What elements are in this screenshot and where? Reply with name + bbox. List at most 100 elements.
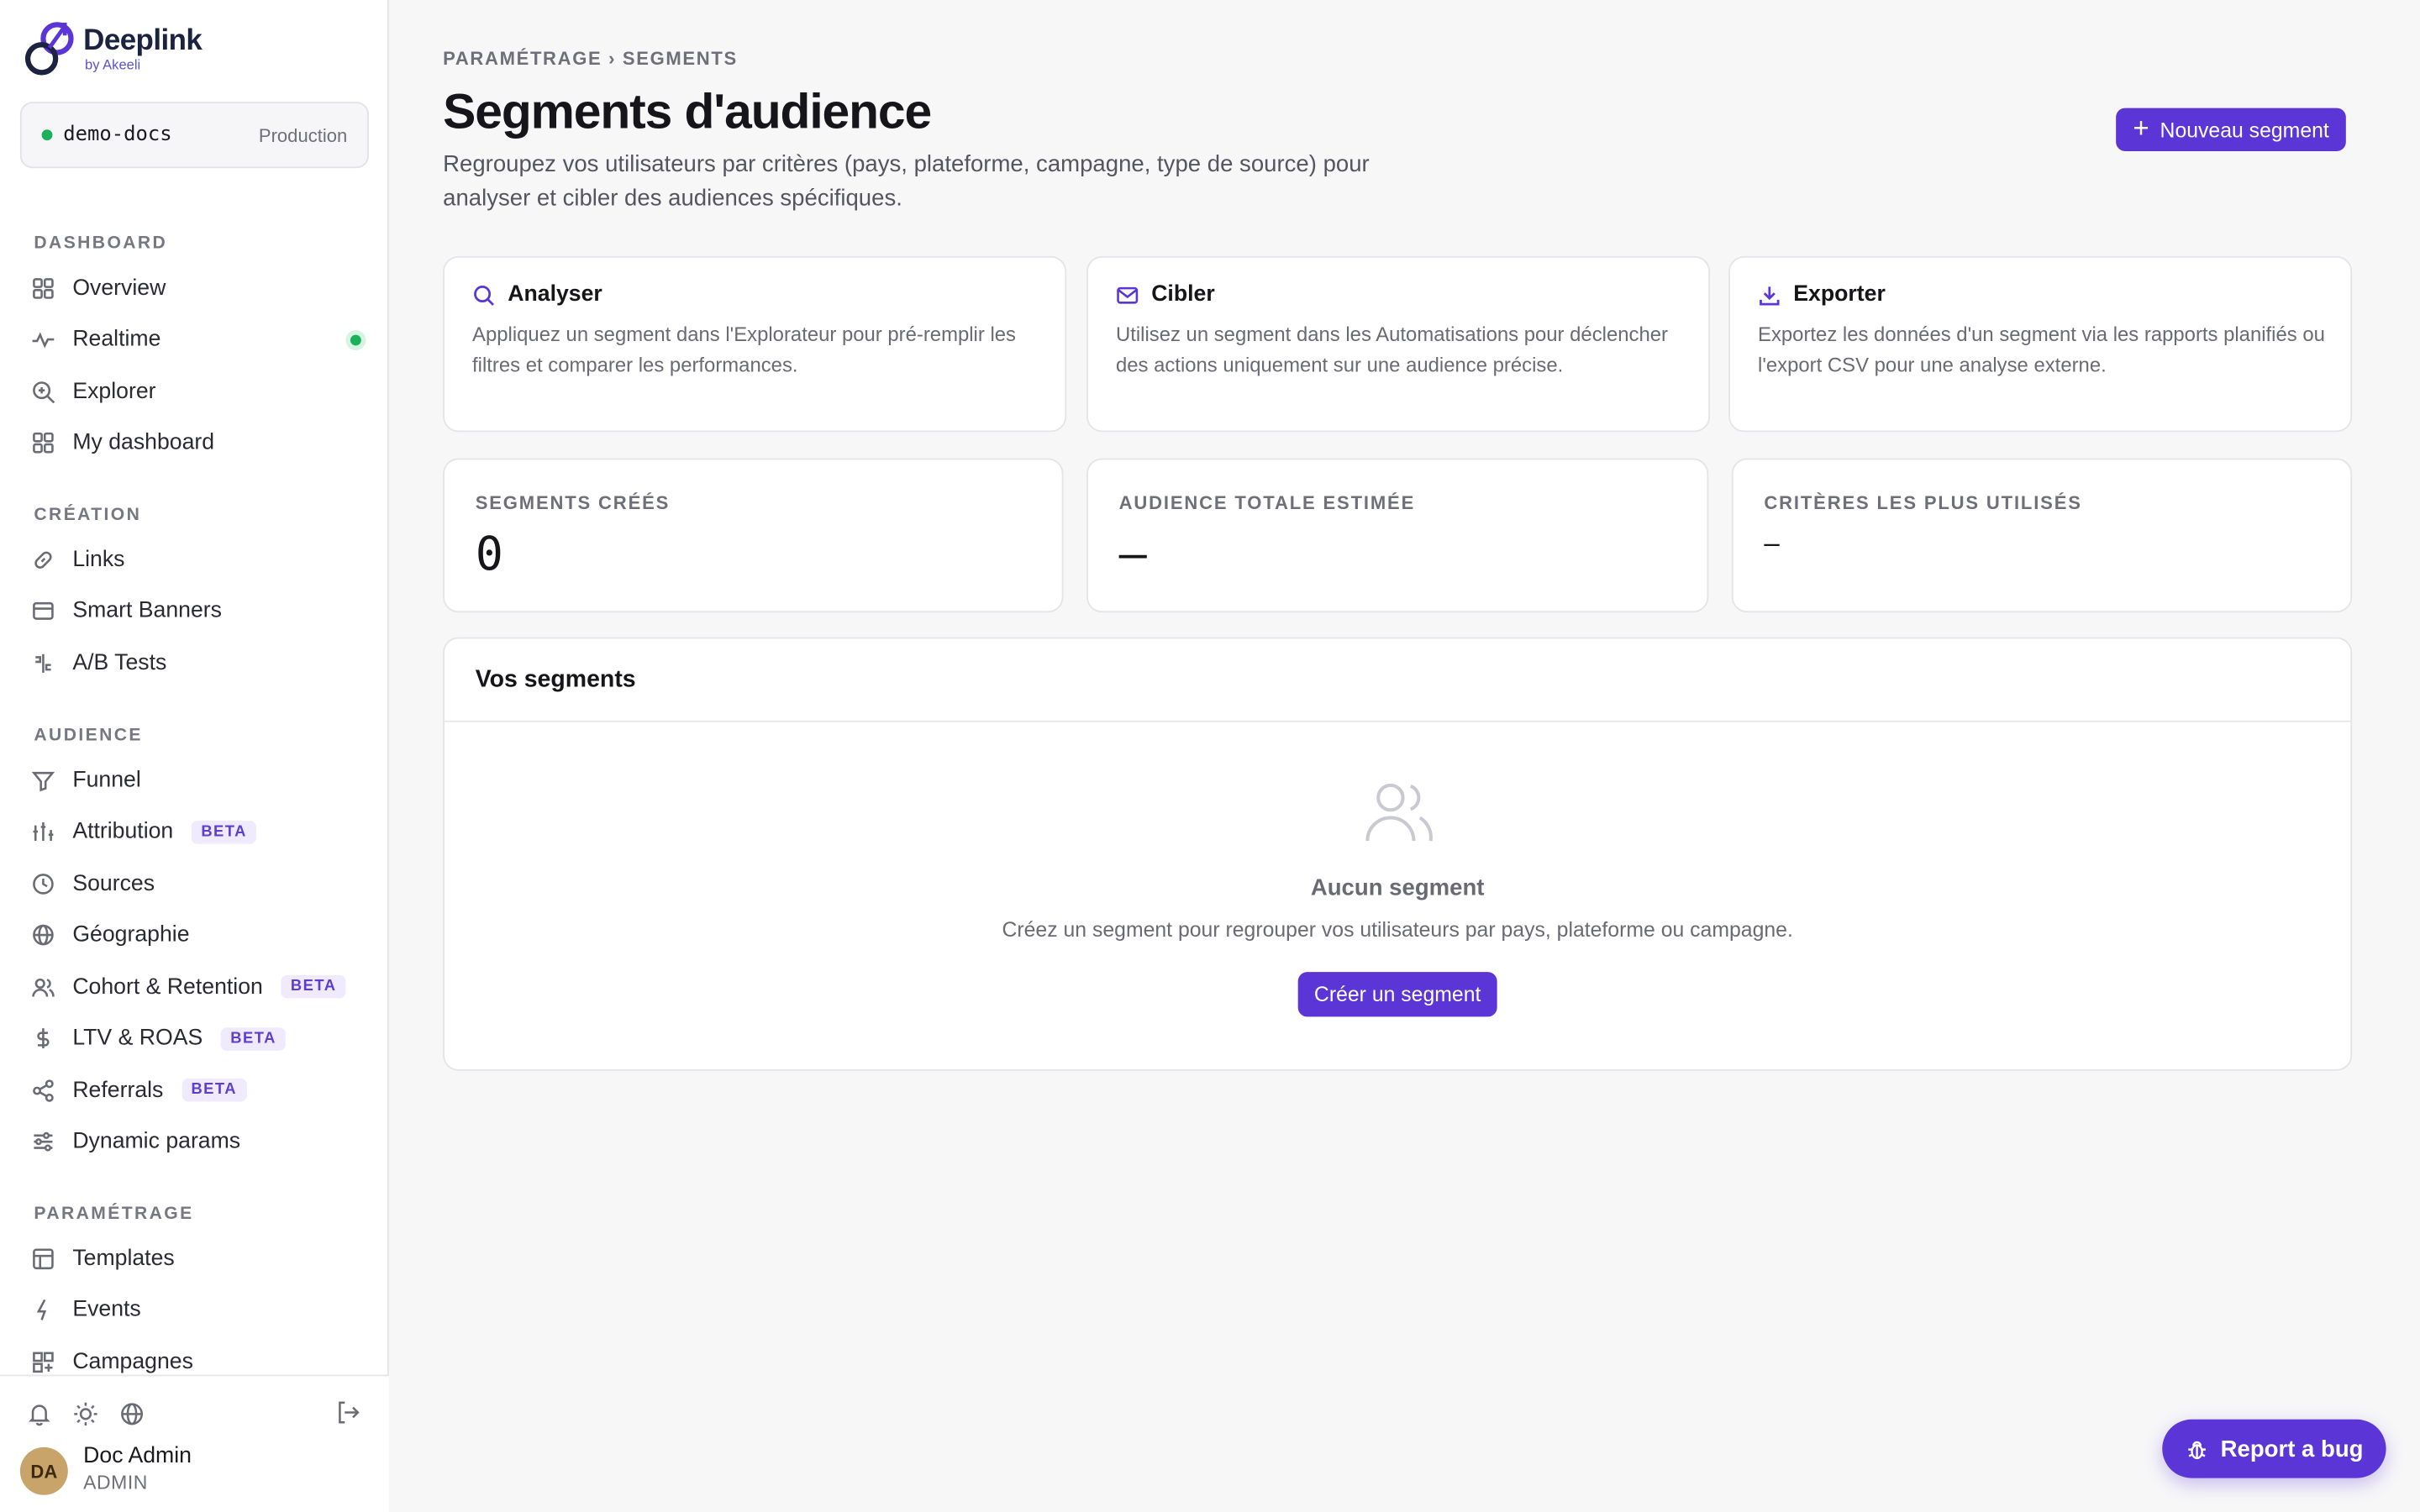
- sidebar-item-funnel[interactable]: Funnel: [0, 754, 389, 806]
- sidebar-item-geographie[interactable]: Géographie: [0, 910, 389, 962]
- nav-section-audience: AUDIENCE Funnel Attribution BETA Sources…: [0, 722, 389, 1168]
- bell-icon[interactable]: [26, 1401, 52, 1427]
- share-icon: [31, 1078, 55, 1102]
- users-icon: [31, 974, 55, 999]
- avatar[interactable]: DA: [19, 1446, 68, 1495]
- sidebar-item-label: Templates: [72, 1246, 175, 1272]
- stat-label: SEGMENTS CRÉÉS: [475, 491, 671, 514]
- sidebar-item-ltv-roas[interactable]: LTV & ROAS BETA: [0, 1013, 389, 1065]
- sidebar-item-sources[interactable]: Sources: [0, 858, 389, 910]
- new-segment-button[interactable]: + Nouveau segment: [2116, 108, 2347, 151]
- user-role: ADMIN: [83, 1472, 148, 1494]
- campaign-icon: [31, 1350, 55, 1374]
- zoom-icon: [31, 379, 55, 403]
- sidebar-item-label: Sources: [72, 871, 155, 896]
- stat-label: AUDIENCE TOTALE ESTIMÉE: [1118, 491, 1416, 514]
- stat-card-criteres: CRITÈRES LES PLUS UTILISÉS –: [1731, 458, 2353, 613]
- brand-sub: by Akeeli: [85, 56, 141, 73]
- brand-logo[interactable]: Deeplink by Akeeli: [24, 20, 203, 79]
- sidebar-item-label: Events: [72, 1298, 141, 1323]
- empty-state-title: Aucun segment: [1310, 874, 1485, 901]
- sidebar: Deeplink by Akeeli demo-docs Production …: [0, 0, 389, 1512]
- globe-icon: [31, 923, 55, 948]
- brand-name: Deeplink: [83, 24, 203, 57]
- banner-icon: [31, 599, 55, 623]
- dollar-icon: [31, 1026, 55, 1051]
- deeplink-logo-icon: [24, 22, 74, 76]
- nav-section-parametrage: PARAMÉTRAGE Templates Events Campagnes: [0, 1200, 389, 1388]
- stat-label: CRITÈRES LES PLUS UTILISÉS: [1764, 491, 2082, 514]
- sidebar-item-label: Smart Banners: [72, 599, 222, 624]
- project-switcher[interactable]: demo-docs Production: [19, 102, 369, 169]
- split-icon: [31, 651, 55, 675]
- sidebar-item-events[interactable]: Events: [0, 1284, 389, 1336]
- feature-card-cibler: Cibler Utilisez un segment dans les Auto…: [1086, 255, 1711, 433]
- project-name: demo-docs: [63, 123, 172, 147]
- sidebar-item-label: A/B Tests: [72, 650, 167, 676]
- sidebar-item-templates[interactable]: Templates: [0, 1233, 389, 1285]
- segments-panel: Vos segments Aucun segment Créez un segm…: [443, 637, 2353, 1071]
- beta-badge: BETA: [192, 820, 256, 844]
- project-status-dot: [41, 129, 53, 141]
- page-title: Segments d'audience: [443, 83, 932, 139]
- beta-badge: BETA: [182, 1079, 246, 1102]
- project-env: Production: [258, 123, 348, 146]
- sidebar-footer: DA Doc Admin ADMIN: [0, 1374, 389, 1512]
- stat-value: –: [1764, 528, 1780, 559]
- grid-icon: [31, 276, 55, 300]
- sidebar-item-referrals[interactable]: Referrals BETA: [0, 1064, 389, 1116]
- new-segment-label: Nouveau segment: [2160, 118, 2329, 142]
- sidebar-item-label: Realtime: [72, 327, 161, 353]
- sun-icon[interactable]: [72, 1401, 98, 1427]
- page-description: Regroupez vos utilisateurs par critères …: [443, 150, 1370, 212]
- sidebar-item-label: Funnel: [72, 768, 141, 793]
- sidebar-item-links[interactable]: Links: [0, 534, 389, 586]
- stat-card-segments: SEGMENTS CRÉÉS 0: [443, 458, 1064, 613]
- nav-section-creation: CRÉATION Links Smart Banners A/B Tests: [0, 501, 389, 689]
- sidebar-item-ab-tests[interactable]: A/B Tests: [0, 638, 389, 690]
- nav-section-dashboard: DASHBOARD Overview Realtime Explorer My …: [0, 230, 389, 470]
- mail-icon: [1116, 283, 1139, 307]
- report-bug-button[interactable]: Report a bug: [2162, 1419, 2386, 1478]
- link-icon: [31, 548, 55, 572]
- sidebar-item-label: Campagnes: [72, 1349, 193, 1375]
- funnel-icon: [31, 768, 55, 792]
- sidebar-item-dynamic-params[interactable]: Dynamic params: [0, 1116, 389, 1168]
- logout-icon[interactable]: [335, 1399, 361, 1425]
- live-indicator: [350, 334, 361, 345]
- nav-section-title: CRÉATION: [34, 506, 142, 525]
- sidebar-item-overview[interactable]: Overview: [0, 262, 389, 314]
- empty-state-text: Créez un segment pour regrouper vos util…: [1002, 917, 1793, 942]
- bolt-icon: [31, 1298, 55, 1322]
- plus-icon: +: [2133, 113, 2149, 144]
- template-icon: [31, 1247, 55, 1271]
- sidebar-item-cohort-retention[interactable]: Cohort & Retention BETA: [0, 961, 389, 1013]
- attribution-icon: [31, 820, 55, 844]
- sidebar-item-my-dashboard[interactable]: My dashboard: [0, 417, 389, 470]
- feature-card-exporter: Exporter Exportez les données d'un segme…: [1728, 255, 2353, 433]
- sidebar-item-label: My dashboard: [72, 430, 215, 456]
- beta-badge: BETA: [221, 1026, 286, 1051]
- nav-section-title: AUDIENCE: [34, 727, 143, 746]
- breadcrumb: PARAMÉTRAGE › SEGMENTS: [443, 47, 738, 70]
- feature-card-analyser: Analyser Appliquez un segment dans l'Exp…: [443, 255, 1067, 433]
- bug-icon: [2187, 1440, 2206, 1459]
- feature-title: Analyser: [508, 282, 602, 307]
- nav-section-title: PARAMÉTRAGE: [34, 1205, 194, 1224]
- sidebar-item-label: Attribution: [72, 819, 174, 845]
- segments-panel-header: Vos segments: [444, 638, 2351, 722]
- sidebar-item-label: Referrals: [72, 1078, 164, 1103]
- sidebar-item-label: Géographie: [72, 922, 190, 948]
- main-content: PARAMÉTRAGE › SEGMENTS Segments d'audien…: [391, 0, 2420, 1512]
- sidebar-item-explorer[interactable]: Explorer: [0, 365, 389, 417]
- globe-icon[interactable]: [118, 1401, 145, 1427]
- sidebar-item-label: Links: [72, 547, 125, 572]
- report-bug-label: Report a bug: [2220, 1436, 2364, 1462]
- create-segment-button[interactable]: Créer un segment: [1297, 972, 1497, 1017]
- sidebar-item-attribution[interactable]: Attribution BETA: [0, 806, 389, 858]
- sidebar-item-label: LTV & ROAS: [72, 1026, 203, 1052]
- download-icon: [1758, 283, 1781, 307]
- stat-value: —: [1118, 528, 1147, 582]
- sidebar-item-smart-banners[interactable]: Smart Banners: [0, 585, 389, 638]
- sidebar-item-realtime[interactable]: Realtime: [0, 314, 389, 366]
